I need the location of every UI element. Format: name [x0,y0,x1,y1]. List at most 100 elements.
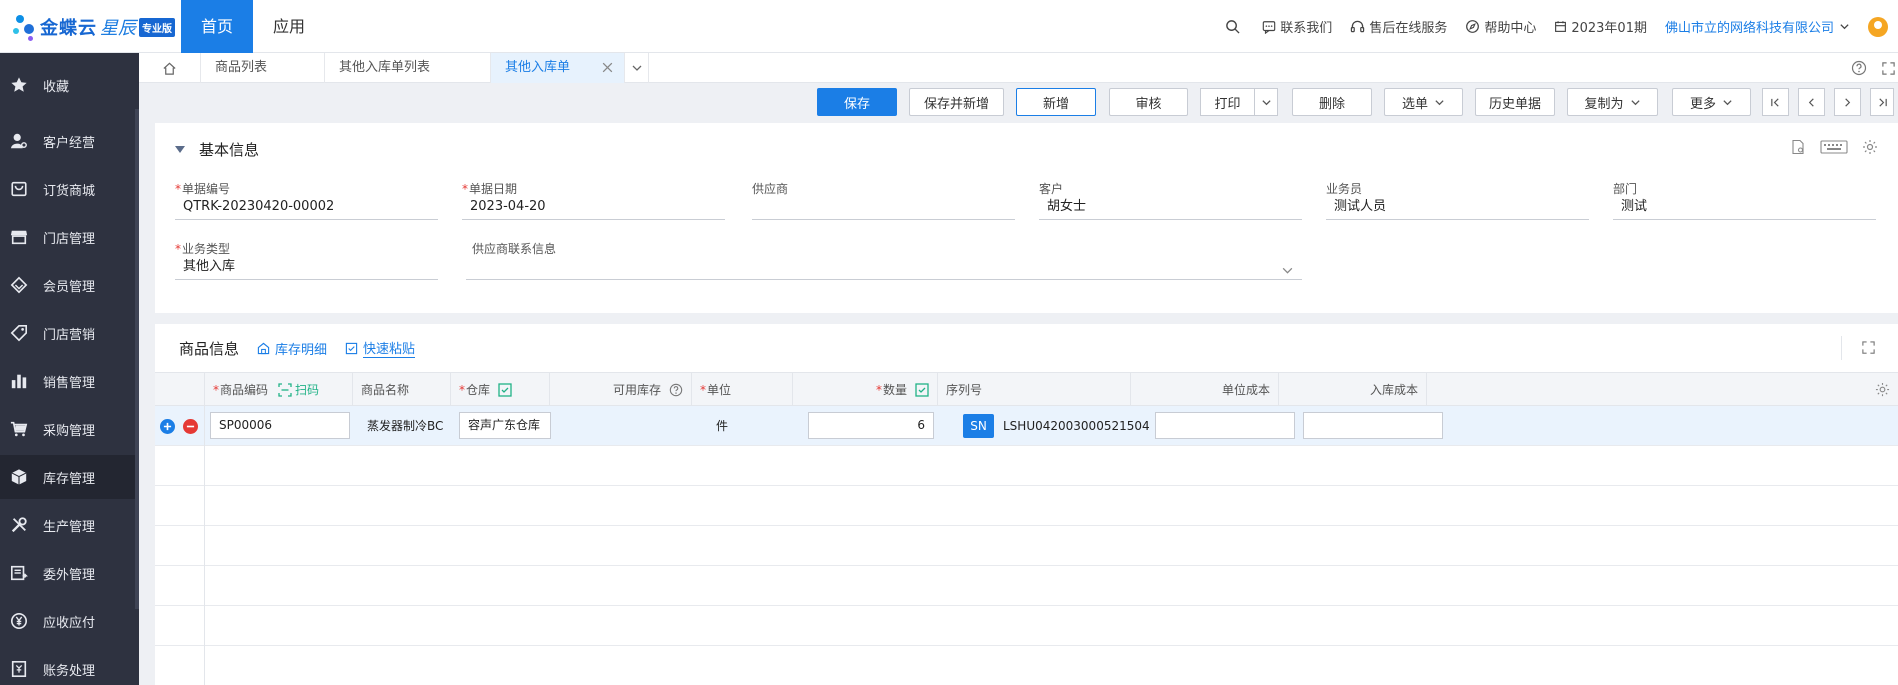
print-button[interactable]: 打印 [1200,88,1254,116]
select-bill-dropdown[interactable]: 选单 [1384,88,1463,116]
basic-info-panel: 基本信息 *单据编号 QTRK-20230420-00002 *单据日期 202… [155,123,1898,313]
sidebar-item-purchase[interactable]: 采购管理 [0,407,135,451]
table-row-empty[interactable] [155,446,1898,486]
tab-home[interactable] [139,53,201,83]
basic-info-header[interactable]: 基本信息 [175,139,259,160]
tab-other-inbound-bill[interactable]: 其他入库单 [491,53,625,83]
chevron-down-icon[interactable] [1281,264,1294,277]
customer-input[interactable]: 胡女士 [1039,196,1302,220]
grid-column-settings-button[interactable] [1875,382,1890,397]
chevron-down-icon [1434,97,1445,108]
batch-set-warehouse-button[interactable] [498,382,512,397]
sidebar-item-customer[interactable]: 客户经营 [0,119,135,163]
sidebar-item-favorites[interactable]: 收藏 [0,63,135,107]
goods-code-input[interactable]: SP00006 [210,412,350,439]
sidebar-item-sales[interactable]: 销售管理 [0,359,135,403]
supplier-input[interactable] [752,196,1015,220]
company-switcher[interactable]: 佛山市立的网络科技有限公司 [1665,17,1850,36]
basic-info-tools [1776,139,1878,155]
history-bills-button[interactable]: 历史单据 [1475,88,1555,116]
bill-no-input[interactable]: QTRK-20230420-00002 [175,196,438,220]
user-avatar[interactable] [1868,16,1888,37]
table-row-empty[interactable] [155,526,1898,566]
brand-edition-badge: 专业版 [139,17,175,37]
serial-number-button[interactable]: SN [963,414,994,438]
sidebar-item-label: 采购管理 [43,423,96,439]
save-button[interactable]: 保存 [817,88,897,116]
help-circle-button[interactable] [1851,60,1867,76]
last-record-button[interactable] [1870,88,1894,116]
help-center-link[interactable]: 帮助中心 [1465,17,1536,36]
warehouse-input[interactable]: 容声广东仓库 [459,412,551,439]
table-row-empty[interactable] [155,606,1898,646]
more-dropdown[interactable]: 更多 [1672,88,1751,116]
unit-cost-input[interactable] [1155,412,1295,439]
tab-goods-list[interactable]: 商品列表 [201,53,325,83]
goods-expand-button[interactable] [1861,340,1876,355]
sidebar-item-member[interactable]: 会员管理 [0,263,135,307]
form-settings-button[interactable] [1862,139,1878,155]
bill-date-input[interactable]: 2023-04-20 [462,196,725,220]
global-search[interactable] [1225,19,1244,34]
prev-record-button[interactable] [1798,88,1825,116]
inbound-cost-input[interactable] [1303,412,1443,439]
tabs-overflow-dropdown[interactable] [625,53,649,83]
sidebar-item-mall[interactable]: 订货商城 [0,167,135,211]
audit-button[interactable]: 审核 [1109,88,1188,116]
select-bill-label: 选单 [1401,96,1428,112]
save-and-new-button[interactable]: 保存并新增 [909,88,1004,116]
copy-as-dropdown[interactable]: 复制为 [1567,88,1658,116]
department-input[interactable]: 测试 [1613,196,1876,220]
salesman-input[interactable]: 测试人员 [1326,196,1589,220]
stock-detail-link[interactable]: 库存明细 [257,339,327,358]
batch-set-quantity-button[interactable] [915,382,929,397]
table-row-empty[interactable] [155,646,1898,685]
fullscreen-button[interactable] [1881,61,1896,76]
tabs-right-actions [1837,53,1898,83]
close-icon[interactable] [601,61,614,74]
delete-button[interactable]: 删除 [1292,88,1372,116]
new-button[interactable]: 新增 [1016,88,1096,116]
contact-us-link[interactable]: 联系我们 [1262,17,1332,36]
store-icon [9,227,29,247]
biz-type-input[interactable]: 其他入库 [175,256,438,280]
scan-code-button[interactable]: 扫码 [272,374,319,406]
next-record-button[interactable] [1834,88,1861,116]
sidebar-item-receivable-payable[interactable]: 应收应付 [0,599,135,643]
serial-number-cell: LSHU042003000521504 [1003,419,1150,433]
keyboard-shortcut-button[interactable] [1820,139,1848,155]
top-nav-apps[interactable]: 应用 [253,0,325,53]
sidebar-item-accounting[interactable]: 账务处理 [0,647,135,685]
tab-other-inbound-list[interactable]: 其他入库单列表 [325,53,491,83]
top-right-actions: 联系我们 售后在线服务 帮助中心 2023年01期 佛山市立的网络科技有限公司 [1207,0,1888,53]
sidebar-item-inventory[interactable]: 库存管理 [0,455,135,499]
col-goods-name: 商品名称 [353,373,451,406]
unit-cell[interactable]: 件 [716,406,728,446]
attachment-button[interactable] [1790,139,1806,155]
collapse-triangle-icon [175,146,185,153]
sidebar-item-label: 门店营销 [43,327,96,343]
sidebar-item-store[interactable]: 门店管理 [0,215,135,259]
table-row-empty[interactable] [155,486,1898,526]
chevron-down-icon [1722,97,1733,108]
print-dropdown[interactable] [1254,88,1278,116]
quantity-input[interactable]: 6 [808,412,934,439]
accounting-period-selector[interactable]: 2023年01期 [1554,17,1647,36]
sidebar-item-outsourcing[interactable]: 委外管理 [0,551,135,595]
sidebar-item-store-marketing[interactable]: 门店营销 [0,311,135,355]
customer-label: 客户 [1039,182,1064,196]
supplier-contact-input[interactable] [466,256,1302,280]
first-record-button[interactable] [1762,88,1789,116]
after-sales-service-link[interactable]: 售后在线服务 [1350,17,1447,36]
top-nav-home[interactable]: 首页 [181,0,254,53]
table-row-empty[interactable] [155,566,1898,606]
sidebar-item-production[interactable]: 生产管理 [0,503,135,547]
paste-check-icon [345,342,358,354]
brand-logo[interactable]: 金蝶云 星辰 专业版 [10,10,175,44]
sidebar-scrollbar[interactable] [135,109,139,609]
chevron-left-icon [1808,97,1814,107]
available-stock-help[interactable] [669,383,683,397]
quick-paste-link[interactable]: 快速粘贴 [345,338,416,358]
table-row[interactable]: SP00006 蒸发器制冷BC 容声广东仓库 件 6 SN LSHU042003… [155,406,1898,446]
keyboard-icon [1820,140,1848,154]
